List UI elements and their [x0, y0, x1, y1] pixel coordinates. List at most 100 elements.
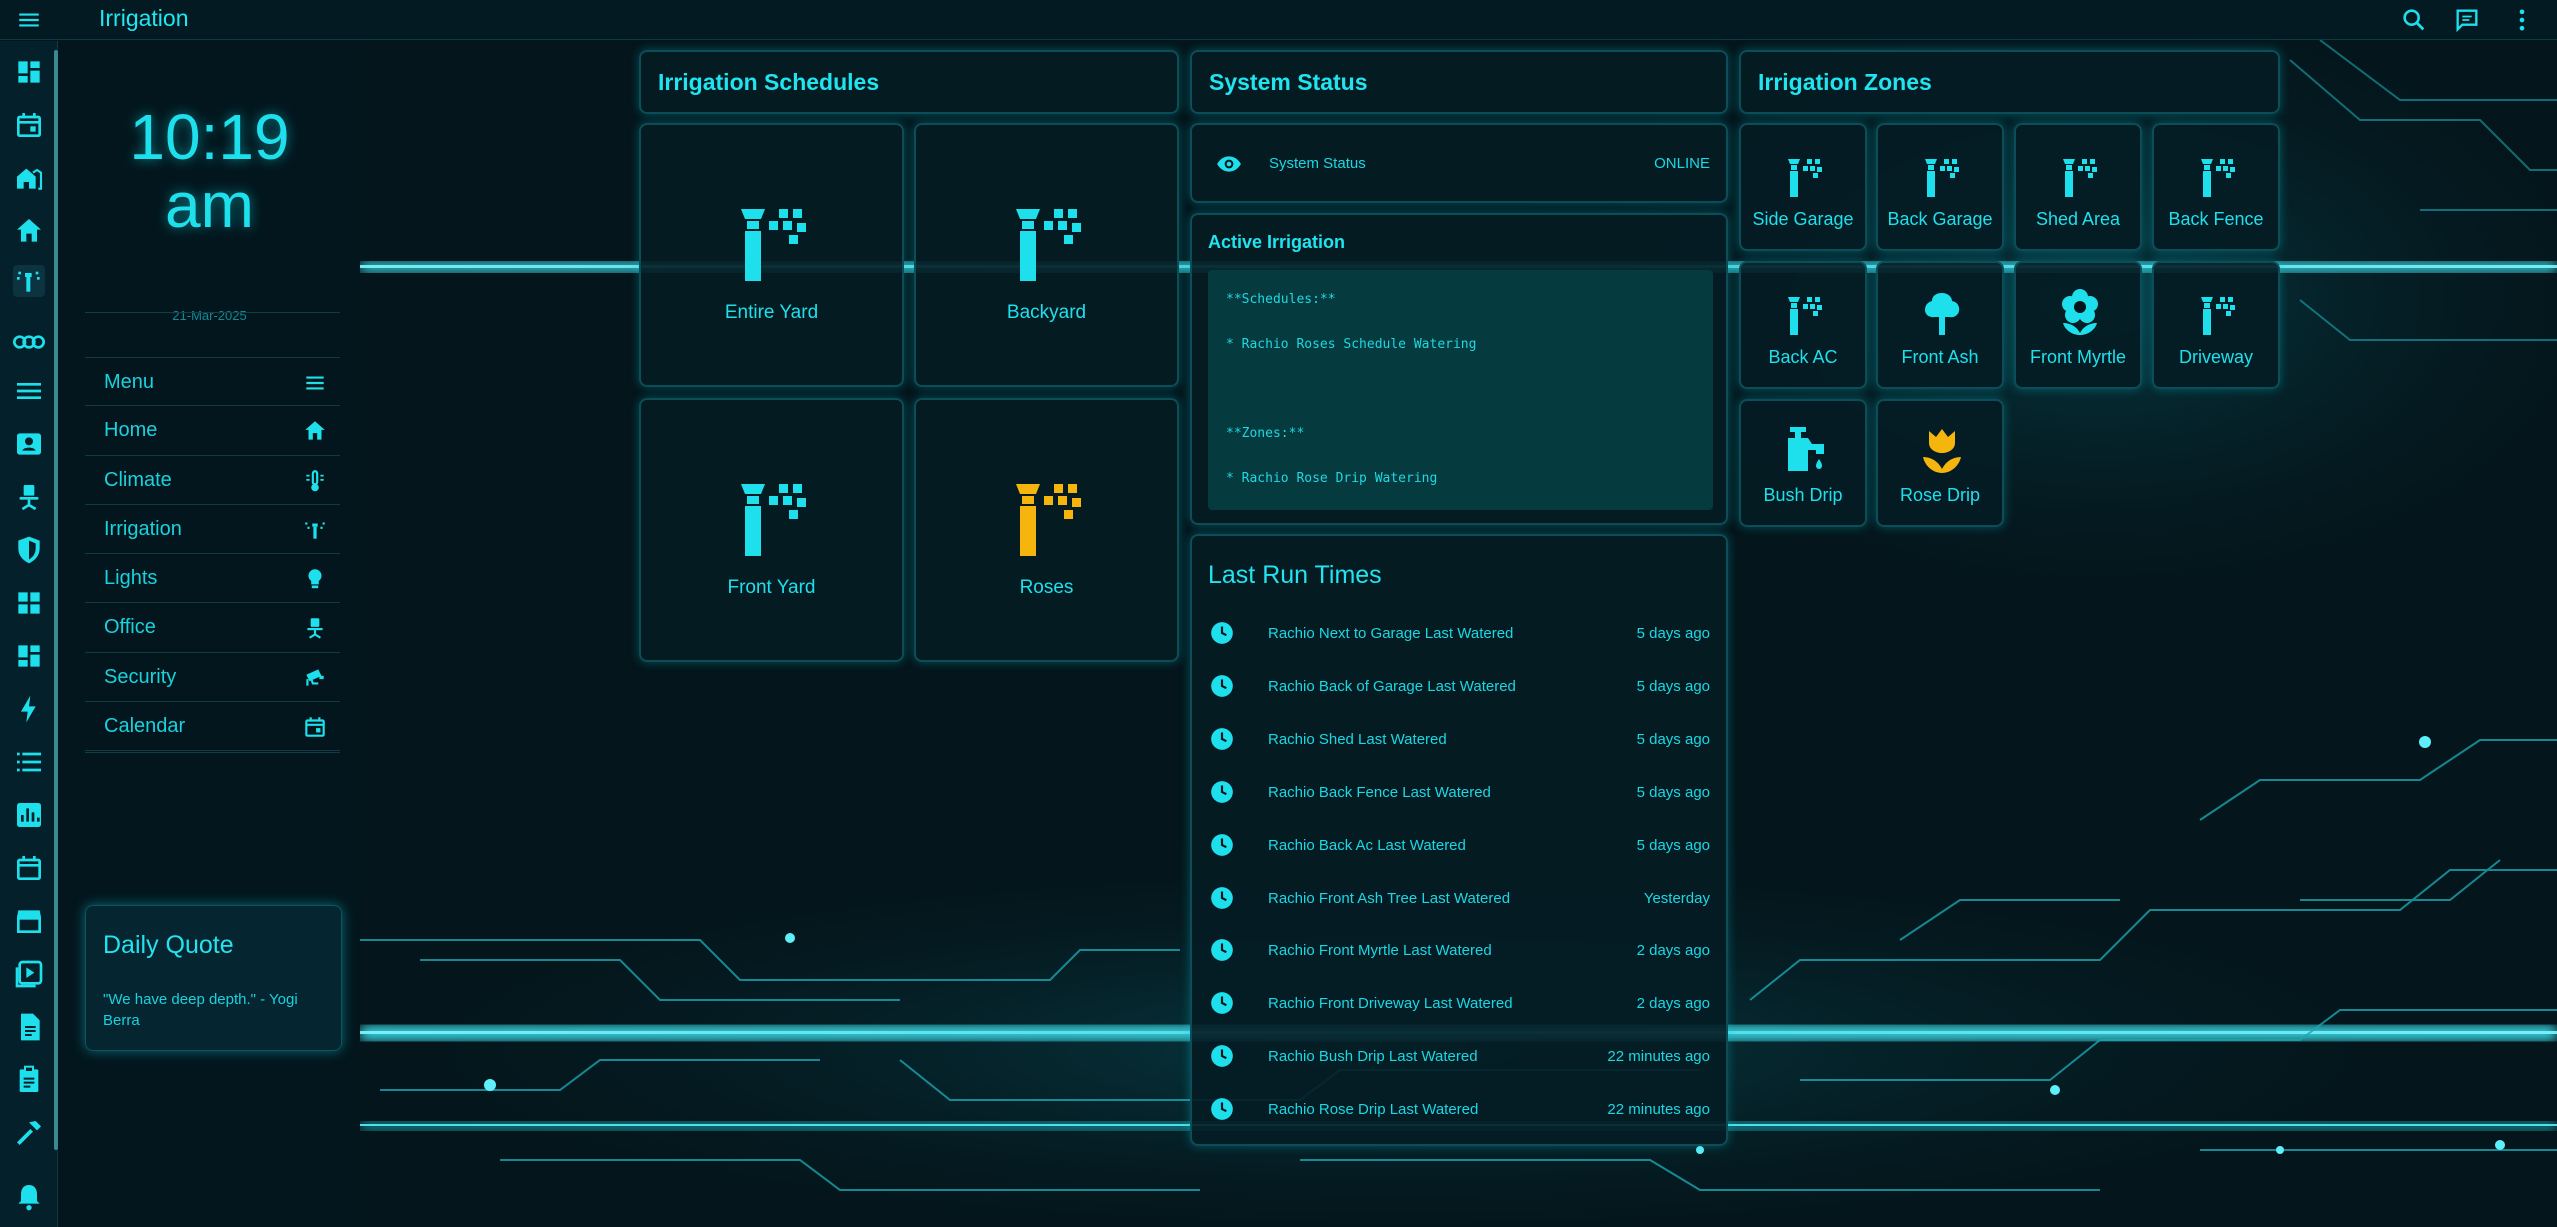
nav-item-label: Climate: [104, 468, 172, 491]
last-run-card: Last Run Times Rachio Next to Garage Las…: [1190, 534, 1728, 1146]
dashboard-icon[interactable]: [13, 56, 45, 88]
divider: [85, 312, 340, 313]
zone-tile-back-fence[interactable]: Back Fence: [2152, 123, 2280, 251]
zone-tile-front-ash[interactable]: Front Ash: [1876, 261, 2004, 389]
chart-box-icon[interactable]: [13, 799, 45, 831]
more-vertical-icon[interactable]: [2508, 6, 2536, 34]
zone-tile-bush-drip[interactable]: Bush Drip: [1739, 399, 1867, 527]
tile-label: Entire Yard: [724, 302, 819, 323]
nav-item-home[interactable]: Home: [85, 406, 340, 456]
clock-time: 10:19: [129, 101, 290, 173]
active-line: * Rachio Roses Schedule Watering: [1226, 337, 1477, 352]
dashboard-icon[interactable]: [13, 640, 45, 672]
row-value: 5 days ago: [1636, 837, 1710, 854]
row-value: Yesterday: [1643, 890, 1710, 907]
nav-item-label: Irrigation: [104, 517, 182, 540]
row-value: 22 minutes ago: [1607, 1048, 1710, 1065]
tile-label: Front Yard: [727, 577, 816, 598]
hammer-icon[interactable]: [13, 1117, 45, 1149]
eye-icon: [1217, 156, 1241, 172]
sidebar: 10:19 am 21-Mar-2025 Menu Home Climate I…: [59, 41, 360, 1227]
nav-item-climate[interactable]: Climate: [85, 456, 340, 505]
schedules-title: Irrigation Schedules: [658, 69, 880, 95]
zone-tile-shed-area[interactable]: Shed Area: [2014, 123, 2142, 251]
zone-tile-driveway[interactable]: Driveway: [2152, 261, 2280, 389]
app-title: Irrigation: [99, 5, 189, 31]
row-value: 5 days ago: [1636, 625, 1710, 642]
flash-icon[interactable]: [13, 693, 45, 725]
store-icon[interactable]: [13, 905, 45, 937]
nav-item-irrigation[interactable]: Irrigation: [85, 505, 340, 555]
lastrun-row[interactable]: Rachio Back Ac Last Watered 5 days ago: [1192, 825, 1726, 865]
sprinkler-icon: [1016, 209, 1081, 281]
lastrun-row[interactable]: Rachio Next to Garage Last Watered 5 days…: [1192, 613, 1726, 653]
sprinkler-icon: [305, 522, 325, 539]
bike-icon[interactable]: [13, 322, 45, 354]
status-label: System Status: [1269, 155, 1366, 172]
rail-scrollbar[interactable]: [54, 50, 58, 1150]
lastrun-row[interactable]: Rachio Back of Garage Last Watered 5 days…: [1192, 666, 1726, 706]
zone-label: Back AC: [1768, 347, 1838, 367]
nav-item-calendar[interactable]: Calendar: [85, 702, 340, 752]
lastrun-row[interactable]: Rachio Bush Drip Last Watered 22 minutes …: [1192, 1036, 1726, 1076]
chat-icon[interactable]: [2453, 6, 2481, 34]
clock-icon: [1211, 939, 1233, 961]
schedule-tile-front-yard[interactable]: Front Yard: [639, 398, 904, 662]
sprinkler-icon[interactable]: [13, 265, 45, 297]
clock-icon: [1211, 622, 1233, 644]
clock-icon: [1211, 728, 1233, 750]
icon-rail: [0, 41, 58, 1227]
active-line: * Rachio Rose Drip Watering: [1226, 471, 1438, 486]
lastrun-row[interactable]: Rachio Front Myrtle Last Watered 2 days a…: [1192, 930, 1726, 970]
file-document-icon[interactable]: [13, 1011, 45, 1043]
calendar-icon[interactable]: [13, 852, 45, 884]
zone-tile-rose-drip[interactable]: Rose Drip: [1876, 399, 2004, 527]
nav-item-office[interactable]: Office: [85, 603, 340, 653]
lastrun-row[interactable]: Rachio Front Ash Tree Last Watered Yester…: [1192, 878, 1726, 918]
nav-item-security[interactable]: Security: [85, 653, 340, 703]
lastrun-row[interactable]: Rachio Front Driveway Last Watered 2 days…: [1192, 983, 1726, 1023]
shield-icon[interactable]: [13, 534, 45, 566]
clock-ampm: am: [165, 169, 254, 241]
active-line: **Schedules:**: [1226, 292, 1336, 307]
lastrun-title: Last Run Times: [1208, 561, 1382, 589]
schedule-tile-backyard[interactable]: Backyard: [914, 123, 1179, 387]
nav-item-label: Lights: [104, 567, 158, 590]
clipboard-icon[interactable]: [13, 1064, 45, 1096]
format-list-icon[interactable]: [13, 746, 45, 778]
flower-icon: [2062, 289, 2098, 335]
lastrun-row[interactable]: Rachio Shed Last Watered 5 days ago: [1192, 719, 1726, 759]
calendar-icon[interactable]: [13, 109, 45, 141]
zone-label: Shed Area: [2035, 209, 2121, 229]
lastrun-row[interactable]: Rachio Rose Drip Last Watered 22 minutes …: [1192, 1089, 1726, 1129]
schedule-tile-roses[interactable]: Roses: [914, 398, 1179, 662]
home-group-icon[interactable]: [13, 162, 45, 194]
zone-tile-side-garage[interactable]: Side Garage: [1739, 123, 1867, 251]
sprinkler-icon: [741, 484, 806, 556]
zone-tile-front-myrtle[interactable]: Front Myrtle: [2014, 261, 2142, 389]
dashboard-icon[interactable]: [13, 587, 45, 619]
zone-tile-back-garage[interactable]: Back Garage: [1876, 123, 2004, 251]
schedule-tile-entire-yard[interactable]: Entire Yard: [639, 123, 904, 387]
hamburger-icon[interactable]: [14, 7, 44, 33]
row-name: Rachio Back Ac Last Watered: [1268, 837, 1466, 854]
sprinkler-icon: [1016, 484, 1081, 556]
search-icon[interactable]: [2400, 6, 2428, 34]
home-icon[interactable]: [13, 215, 45, 247]
system-status-card[interactable]: System Status ONLINE: [1190, 123, 1728, 203]
list-icon[interactable]: [13, 375, 45, 407]
bell-icon[interactable]: [13, 1181, 45, 1213]
row-value: 5 days ago: [1636, 784, 1710, 801]
account-box-icon[interactable]: [13, 428, 45, 460]
lastrun-row[interactable]: Rachio Back Fence Last Watered 5 days ago: [1192, 772, 1726, 812]
zone-tile-back-ac[interactable]: Back AC: [1739, 261, 1867, 389]
play-box-icon[interactable]: [13, 958, 45, 990]
sprinkler-icon: [1788, 297, 1822, 335]
nav-item-lights[interactable]: Lights: [85, 554, 340, 604]
row-name: Rachio Shed Last Watered: [1268, 731, 1447, 748]
nav-item-menu[interactable]: Menu: [85, 357, 340, 407]
clock-icon: [1211, 834, 1233, 856]
zone-label: Bush Drip: [1763, 485, 1843, 505]
tile-label: Roses: [1019, 577, 1074, 598]
desk-chair-icon[interactable]: [13, 481, 45, 513]
